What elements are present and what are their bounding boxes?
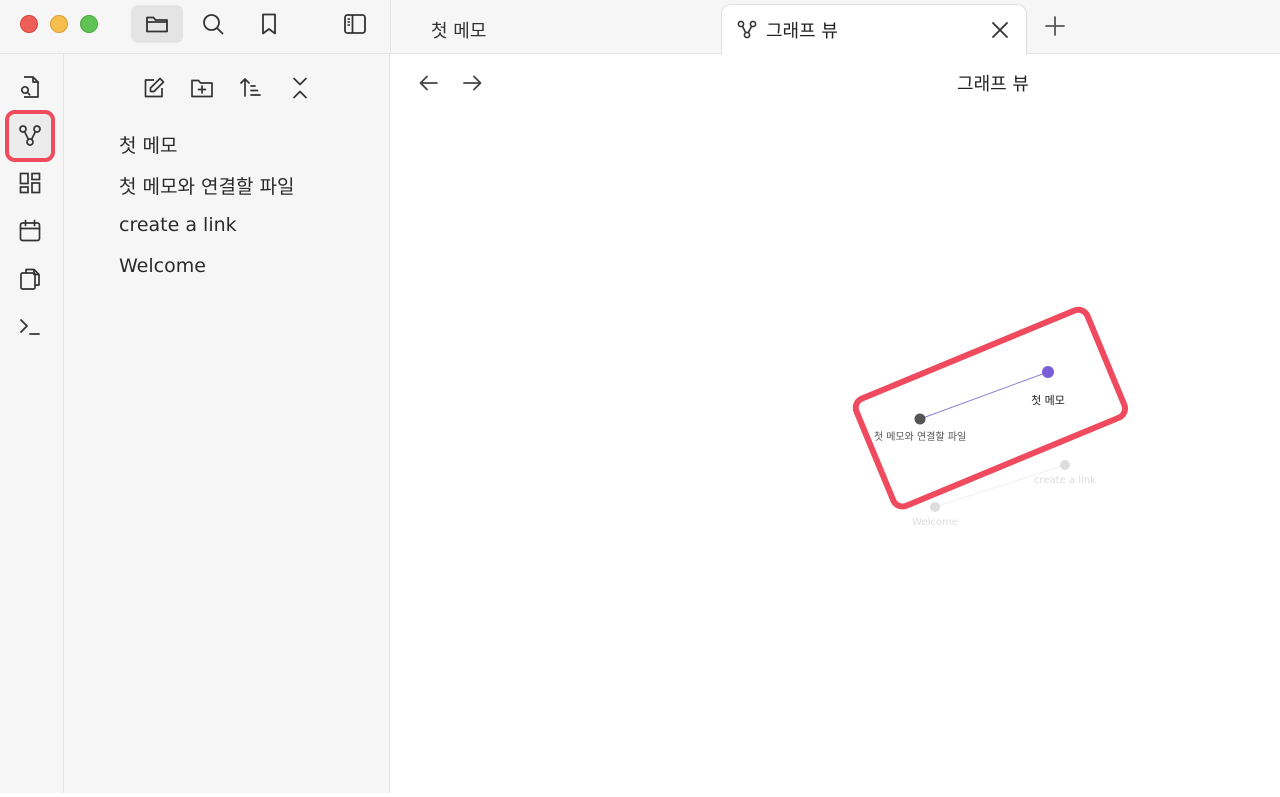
graph-label: create a link — [1034, 475, 1096, 486]
sidebar-toggle-button[interactable] — [329, 5, 381, 43]
ribbon-graph-view[interactable] — [5, 110, 55, 162]
file-item[interactable]: 첫 메모와 연결할 파일 — [119, 172, 294, 199]
graph-link — [919, 371, 1049, 420]
new-note-button[interactable] — [138, 72, 170, 104]
sort-button[interactable] — [235, 72, 267, 104]
tab-strip: 첫 메모 그래프 뷰 — [390, 0, 1280, 55]
search-button[interactable] — [187, 5, 239, 43]
tab-label: 첫 메모 — [431, 20, 487, 42]
ribbon-command-palette[interactable] — [6, 304, 54, 350]
search-icon — [203, 14, 224, 35]
graph-node-first-note[interactable] — [1042, 366, 1054, 378]
tab-first-note[interactable]: 첫 메모 — [431, 4, 486, 55]
ribbon-daily-note[interactable] — [6, 208, 54, 254]
graph-icon — [737, 20, 757, 39]
new-tab-icon[interactable] — [1041, 12, 1069, 40]
graph-node-linked-file[interactable] — [914, 413, 926, 425]
new-folder-icon — [191, 79, 213, 98]
graph-label: Welcome — [912, 517, 958, 528]
folder-icon — [146, 16, 168, 33]
zoom-window-button[interactable] — [80, 15, 98, 33]
ribbon — [0, 54, 64, 793]
forward-arrow-icon[interactable] — [459, 70, 485, 96]
file-explorer: 첫 메모 첫 메모와 연결할 파일 create a link Welcome — [64, 54, 390, 793]
graph-node-welcome[interactable] — [930, 502, 940, 512]
terminal-icon — [20, 319, 40, 335]
tab-label: 그래프 뷰 — [766, 21, 838, 42]
new-note-icon — [144, 77, 165, 98]
file-item[interactable]: create a link — [119, 214, 237, 236]
canvas-icon — [19, 172, 41, 194]
new-folder-button[interactable] — [186, 72, 218, 104]
title-bar — [0, 0, 390, 54]
close-icon[interactable] — [988, 18, 1012, 42]
file-item[interactable]: 첫 메모 — [119, 131, 177, 158]
ribbon-templates[interactable] — [6, 256, 54, 302]
back-arrow-icon[interactable] — [416, 70, 442, 96]
view-title: 그래프 뷰 — [957, 74, 1029, 95]
graph-node-create-a-link[interactable] — [1060, 460, 1070, 470]
bookmarks-button[interactable] — [243, 5, 295, 43]
file-explorer-button[interactable] — [131, 5, 183, 43]
graph-svg — [852, 306, 1128, 512]
copy-icon — [20, 268, 40, 290]
calendar-icon — [19, 219, 41, 242]
app-window: 첫 메모 그래프 뷰 첫 메모 첫 메모와 연결할 파일 create a li… — [0, 0, 1280, 793]
graph-canvas[interactable]: 첫 메모 첫 메모와 연결할 파일 create a link Welcome — [390, 100, 1280, 793]
collapse-icon — [293, 77, 307, 99]
file-item[interactable]: Welcome — [119, 255, 206, 277]
ribbon-canvas[interactable] — [6, 160, 54, 206]
tab-graph-view[interactable]: 그래프 뷰 — [721, 4, 1027, 55]
minimize-window-button[interactable] — [50, 15, 68, 33]
ribbon-quick-switcher[interactable] — [6, 64, 54, 110]
graph-label: 첫 메모 — [1031, 394, 1065, 407]
file-search-icon — [20, 76, 39, 98]
graph-label: 첫 메모와 연결할 파일 — [873, 432, 967, 443]
sort-icon — [240, 78, 261, 97]
sidebar-toggle-icon — [344, 14, 366, 34]
close-window-button[interactable] — [20, 15, 38, 33]
bookmark-icon — [262, 13, 276, 35]
graph-icon — [19, 125, 41, 146]
collapse-all-button[interactable] — [284, 72, 316, 104]
